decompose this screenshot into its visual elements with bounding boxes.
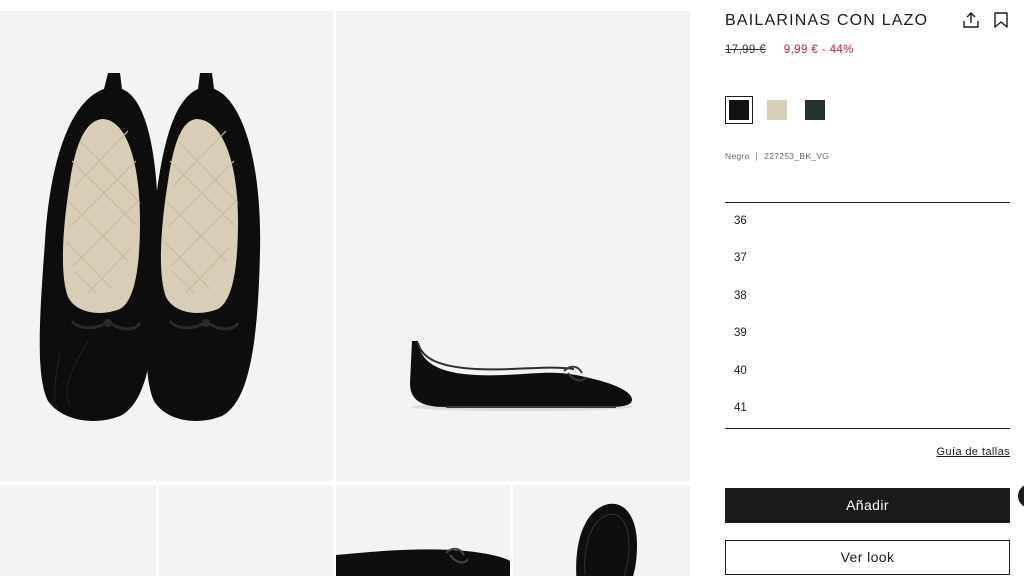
product-info-panel: BAILARINAS CON LAZO 17,99 € 9,99 € - 44%… <box>725 0 1010 576</box>
size-option[interactable]: 37 <box>725 240 1010 277</box>
product-gallery <box>0 0 690 576</box>
product-image-thumb-2[interactable] <box>159 485 333 576</box>
swatch-fill <box>805 100 825 120</box>
size-option[interactable]: 40 <box>725 353 1010 390</box>
save-button[interactable] <box>991 10 1011 30</box>
price-row: 17,99 € 9,99 € - 44% <box>725 44 854 56</box>
size-option[interactable]: 38 <box>725 278 1010 315</box>
product-title: BAILARINAS CON LAZO <box>725 12 929 29</box>
product-reference: 227253_BK_VG <box>764 151 830 161</box>
ref-separator: | <box>755 151 759 161</box>
product-image-thumb-4-graphic <box>513 485 690 576</box>
swatch-fill <box>767 100 787 120</box>
product-image-top-view-graphic <box>0 11 333 481</box>
product-image-side-view-graphic <box>336 11 690 481</box>
color-reference: Negro | 227253_BK_VG <box>725 151 829 161</box>
product-image-thumb-3[interactable] <box>336 485 510 576</box>
share-button[interactable] <box>961 10 981 30</box>
product-image-thumb-4[interactable] <box>513 485 690 576</box>
sale-price: 9,99 € - 44% <box>783 44 854 56</box>
view-look-button[interactable]: Ver look <box>725 540 1010 575</box>
color-swatch-dark-green[interactable] <box>801 96 829 124</box>
size-option[interactable]: 41 <box>725 390 1010 427</box>
size-option[interactable]: 36 <box>725 203 1010 240</box>
product-image-thumb-3-graphic <box>336 485 510 576</box>
original-price: 17,99 € <box>725 44 767 56</box>
size-guide-link[interactable]: Guía de tallas <box>937 446 1010 458</box>
size-option[interactable]: 39 <box>725 315 1010 352</box>
color-swatch-black[interactable] <box>725 96 753 124</box>
color-swatch-beige[interactable] <box>763 96 791 124</box>
product-image-top-view[interactable] <box>0 11 333 481</box>
swatch-fill <box>729 100 749 120</box>
add-to-cart-button[interactable]: Añadir <box>725 488 1010 523</box>
chat-icon[interactable] <box>1018 484 1024 508</box>
bookmark-icon <box>994 12 1008 28</box>
share-icon <box>963 12 979 28</box>
product-image-side-view[interactable] <box>336 11 690 481</box>
color-swatches <box>725 96 829 124</box>
product-image-thumb-1[interactable] <box>0 485 156 576</box>
size-list: 36 37 38 39 40 41 <box>725 202 1010 429</box>
color-name: Negro <box>725 151 750 161</box>
